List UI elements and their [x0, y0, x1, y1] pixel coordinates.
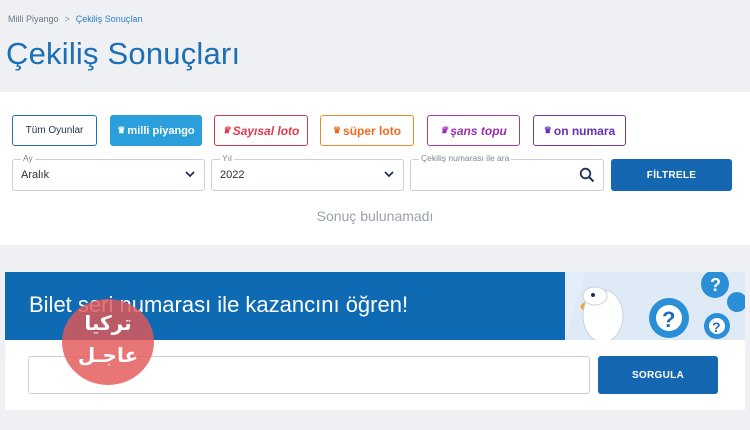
sayisal-loto-logo-icon: ♛ [222, 125, 231, 135]
year-select-value: 2022 [220, 169, 245, 181]
watermark-line-1: تركيا [84, 311, 132, 335]
year-select-label: Yıl [220, 153, 234, 163]
watermark-line-2: عاجـل [77, 343, 139, 367]
filter-panel: Tüm Oyunlar ♛ milli piyango ♛ Sayısal lo… [0, 92, 750, 245]
month-select-value: Aralık [21, 169, 50, 181]
watermark-logo: تركيا عاجـل [62, 299, 154, 385]
game-button-all[interactable]: Tüm Oyunlar [12, 115, 97, 146]
mascot-illustration: ? ? ? [565, 272, 745, 340]
game-button-sayisal-label: Sayısal loto [232, 123, 300, 138]
banner-illustration: ? ? ? [565, 272, 745, 340]
sans-topu-logo-icon: ♛ [440, 125, 449, 135]
breadcrumb-separator: > [64, 14, 70, 24]
breadcrumb-current: Çekiliş Sonuçları [75, 14, 143, 24]
game-button-milli-label: milli piyango [127, 124, 195, 137]
page-title: Çekiliş Sonuçları [6, 36, 241, 71]
on-numara-logo-icon: ♛ [543, 125, 552, 135]
query-button[interactable]: SORGULA [598, 356, 718, 394]
year-select[interactable]: Yıl 2022 [211, 153, 404, 191]
breadcrumb-home-link[interactable]: Milli Piyango [8, 14, 59, 24]
game-button-milli-piyango[interactable]: ♛ milli piyango [110, 115, 202, 146]
game-button-sans-topu[interactable]: ♛ şans topu [427, 115, 520, 146]
game-button-all-label: Tüm Oyunlar [25, 125, 84, 136]
game-button-super-label: süper loto [343, 123, 402, 138]
svg-text:?: ? [712, 319, 721, 335]
filter-button[interactable]: FİLTRELE [611, 159, 732, 191]
milli-piyango-logo-icon: ♛ [117, 125, 126, 135]
game-button-sayisal-loto[interactable]: ♛ Sayısal loto [214, 115, 308, 146]
game-button-on-numara[interactable]: ♛ on numara [533, 115, 626, 146]
chevron-down-icon [384, 171, 394, 178]
super-loto-logo-icon: ♛ [332, 125, 342, 135]
month-select[interactable]: Ay Aralık [12, 153, 205, 191]
search-icon[interactable] [579, 167, 595, 183]
game-button-super-loto[interactable]: ♛ süper loto [320, 115, 414, 146]
month-select-label: Ay [21, 153, 35, 163]
draw-number-search-input[interactable]: Çekiliş numarası ile ara [410, 153, 604, 191]
no-result-message: Sonuç bulunamadı [316, 208, 434, 224]
game-button-sans-label: şans topu [450, 123, 507, 138]
breadcrumb: Milli Piyango > Çekiliş Sonuçları [8, 14, 143, 24]
svg-text:?: ? [662, 307, 675, 332]
game-button-on-label: on numara [553, 123, 616, 138]
draw-number-search-label: Çekiliş numarası ile ara [419, 153, 512, 163]
svg-text:?: ? [710, 275, 721, 295]
chevron-down-icon [185, 171, 195, 178]
